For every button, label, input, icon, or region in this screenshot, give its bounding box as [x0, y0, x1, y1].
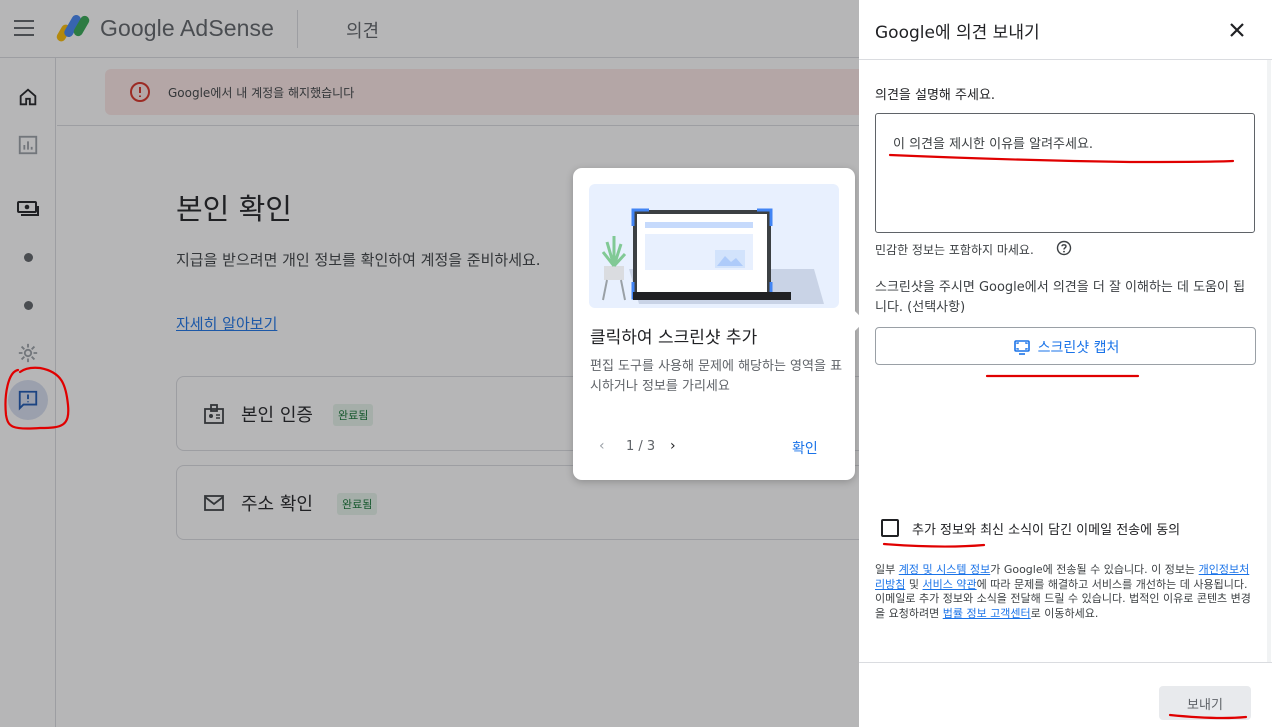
capture-button-label: 스크린샷 캡처 — [1037, 340, 1120, 356]
feedback-placeholder: 이 의견을 제시한 이유를 알려주세요. — [893, 137, 1094, 152]
help-icon[interactable] — [1056, 240, 1072, 256]
legal-text-2: 가 Google에 전송될 수 있습니다. 이 정보는 — [990, 563, 1199, 576]
legal-notice: 일부 계정 및 시스템 정보가 Google에 전송될 수 있습니다. 이 정보… — [875, 563, 1257, 621]
email-consent-label: 추가 정보와 최신 소식이 담긴 이메일 전송에 동의 — [912, 523, 1181, 538]
screenshot-tour-popup: 클릭하여 스크린샷 추가 편집 도구를 사용해 문제에 해당하는 영역을 표시하… — [573, 168, 865, 480]
screenshot-illustration — [589, 184, 839, 308]
panel-scrollbar[interactable] — [1267, 60, 1271, 662]
screenshot-description: 스크린샷을 주시면 Google에서 의견을 더 잘 이해하는 데 도움이 됩니… — [875, 280, 1246, 315]
capture-screenshot-button[interactable]: 스크린샷 캡처 — [875, 327, 1256, 365]
legal-text-1: 일부 — [875, 563, 899, 576]
tour-page-counter: 1 / 3 — [626, 439, 656, 454]
terms-of-service-link[interactable]: 서비스 약관 — [923, 578, 977, 591]
feedback-panel: Google에 의견 보내기 의견을 설명해 주세요. 이 의견을 제시한 이유… — [859, 0, 1272, 727]
laptop-illustration — [601, 208, 824, 304]
feedback-panel-header: Google에 의견 보내기 — [859, 0, 1272, 60]
feedback-textarea[interactable]: 이 의견을 제시한 이유를 알려주세요. — [875, 113, 1255, 233]
tour-confirm-button[interactable]: 확인 — [792, 438, 818, 458]
feedback-panel-title: Google에 의견 보내기 — [875, 23, 1040, 43]
sensitive-info-note: 민감한 정보는 포함하지 마세요. — [875, 243, 1034, 257]
screenshot-icon — [1013, 339, 1030, 355]
legal-text-3: 및 — [905, 577, 923, 591]
tour-description: 편집 도구를 사용해 문제에 해당하는 영역을 표시하거나 정보를 가리세요 — [590, 359, 843, 394]
chevron-left-icon[interactable]: ‹ — [599, 438, 605, 454]
chevron-right-icon[interactable]: › — [670, 438, 676, 454]
describe-label: 의견을 설명해 주세요. — [875, 88, 996, 103]
account-system-info-link[interactable]: 계정 및 시스템 정보 — [899, 563, 990, 576]
feedback-panel-footer: 보내기 — [859, 662, 1272, 727]
email-consent-checkbox[interactable] — [881, 519, 899, 537]
send-button[interactable]: 보내기 — [1159, 686, 1251, 720]
legal-text-5: 로 이동하세요. — [1030, 606, 1099, 620]
legal-help-center-link[interactable]: 법률 정보 고객센터 — [943, 607, 1031, 620]
close-icon[interactable] — [1225, 18, 1249, 42]
email-consent-row[interactable]: 추가 정보와 최신 소식이 담긴 이메일 전송에 동의 — [881, 517, 1261, 541]
tour-title: 클릭하여 스크린샷 추가 — [590, 328, 758, 348]
